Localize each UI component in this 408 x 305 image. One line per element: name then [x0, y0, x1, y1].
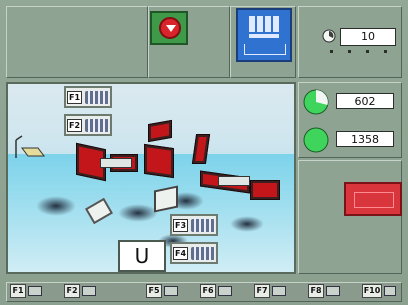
drawer-icon: [28, 286, 42, 296]
tool-block[interactable]: [144, 143, 174, 179]
tool-icon: [191, 219, 215, 232]
f2-tool-button[interactable]: F2: [64, 114, 112, 136]
top-left-panel: [6, 6, 148, 78]
machine-3d-view[interactable]: F1 F2 F3 F4 U: [6, 82, 296, 274]
program-view-button[interactable]: [236, 8, 292, 62]
gauge-row: 602: [300, 86, 400, 118]
ramp-icon: [272, 286, 286, 296]
dot-icon: [218, 286, 232, 296]
speed-dial-icon: [322, 29, 336, 43]
pie-gauge-icon: [303, 89, 329, 115]
cloud-icon: [326, 286, 340, 296]
full-gauge-icon: [303, 127, 329, 153]
mode-icon: [164, 286, 178, 296]
tool-block[interactable]: [148, 119, 172, 143]
hmi-screen: 10 F1 F2 F3 F4 U 602 1358 F1 F2 F5 F6 F7…: [0, 0, 408, 305]
grid-icon: [249, 16, 279, 32]
exit-arrow-icon: [384, 286, 396, 296]
counter-value[interactable]: 10: [340, 28, 396, 46]
alarm-panel: [298, 160, 402, 274]
gauge-value: 1358: [336, 131, 394, 147]
book-icon: [82, 286, 96, 296]
f3-tool-button[interactable]: F3: [170, 214, 218, 236]
tool-block[interactable]: [250, 180, 280, 200]
tool-icon: [85, 91, 109, 104]
speed-scale: [324, 50, 396, 62]
f1-tool-button[interactable]: F1: [64, 86, 112, 108]
gauge-row: 1358: [300, 124, 400, 156]
stop-button[interactable]: [150, 11, 188, 45]
tool-icon: [85, 119, 109, 132]
stop-icon: [159, 17, 181, 39]
gripper-icon: [15, 135, 45, 158]
axis-indicator: U: [118, 240, 166, 272]
gauge-value: 602: [336, 93, 394, 109]
alarm-button[interactable]: [344, 182, 402, 216]
tool-icon: [191, 247, 215, 260]
f4-tool-button[interactable]: F4: [170, 242, 218, 264]
